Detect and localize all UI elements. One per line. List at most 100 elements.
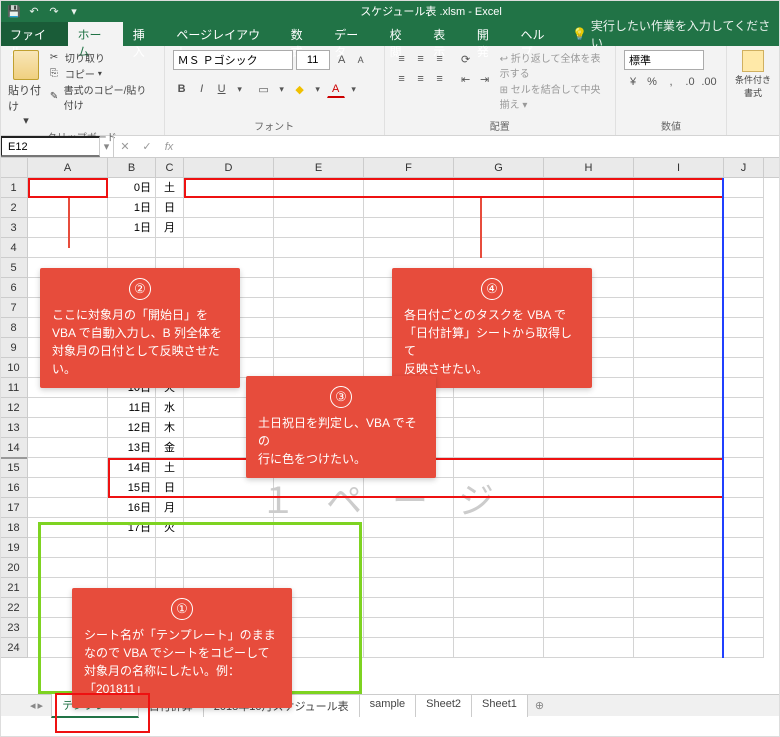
cell-D4[interactable] bbox=[184, 238, 274, 258]
cell-B4[interactable] bbox=[108, 238, 156, 258]
row-header-1[interactable]: 1 bbox=[0, 178, 27, 198]
cut-button[interactable]: ✂切り取り bbox=[50, 50, 156, 65]
cell-C4[interactable] bbox=[156, 238, 184, 258]
cell-F4[interactable] bbox=[364, 238, 454, 258]
cell-H12[interactable] bbox=[544, 398, 634, 418]
cell-E5[interactable] bbox=[274, 258, 364, 278]
cell-H23[interactable] bbox=[544, 618, 634, 638]
underline-button[interactable]: U bbox=[213, 80, 231, 98]
cell-I15[interactable] bbox=[634, 458, 724, 478]
align-left-button[interactable]: ≡ bbox=[393, 70, 411, 88]
cell-F3[interactable] bbox=[364, 218, 454, 238]
cell-G19[interactable] bbox=[454, 538, 544, 558]
accept-formula-button[interactable]: ✓ bbox=[136, 140, 158, 153]
cell-I4[interactable] bbox=[634, 238, 724, 258]
cell-J13[interactable] bbox=[724, 418, 764, 438]
cell-F20[interactable] bbox=[364, 558, 454, 578]
cell-A12[interactable] bbox=[28, 398, 108, 418]
paste-button[interactable]: 貼り付け ▾ bbox=[8, 50, 44, 127]
cell-F24[interactable] bbox=[364, 638, 454, 658]
increase-decimal-button[interactable]: .0 bbox=[681, 73, 699, 91]
row-header-20[interactable]: 20 bbox=[0, 558, 27, 578]
cell-E6[interactable] bbox=[274, 278, 364, 298]
cell-G1[interactable] bbox=[454, 178, 544, 198]
chevron-down-icon[interactable]: ▾ bbox=[311, 80, 325, 98]
cell-I21[interactable] bbox=[634, 578, 724, 598]
cell-A14[interactable] bbox=[28, 438, 108, 458]
chevron-down-icon[interactable]: ▾ bbox=[233, 80, 247, 98]
col-header-C[interactable]: C bbox=[156, 158, 184, 177]
comma-button[interactable]: , bbox=[662, 73, 680, 91]
select-all-corner[interactable] bbox=[0, 158, 28, 177]
cell-J14[interactable] bbox=[724, 438, 764, 458]
sheet-nav-first[interactable]: ◂ bbox=[30, 699, 36, 712]
cell-I14[interactable] bbox=[634, 438, 724, 458]
cell-C14[interactable]: 金 bbox=[156, 438, 184, 458]
row-header-2[interactable]: 2 bbox=[0, 198, 27, 218]
cell-C16[interactable]: 日 bbox=[156, 478, 184, 498]
cell-C17[interactable]: 月 bbox=[156, 498, 184, 518]
accounting-format-button[interactable]: ¥ bbox=[624, 73, 642, 91]
name-box[interactable] bbox=[0, 136, 100, 157]
chevron-down-icon[interactable]: ▾ bbox=[275, 80, 289, 98]
cell-B14[interactable]: 13日 bbox=[108, 438, 156, 458]
cell-J23[interactable] bbox=[724, 618, 764, 638]
cell-I17[interactable] bbox=[634, 498, 724, 518]
cell-B12[interactable]: 11日 bbox=[108, 398, 156, 418]
cell-C2[interactable]: 日 bbox=[156, 198, 184, 218]
cell-G22[interactable] bbox=[454, 598, 544, 618]
font-size-select[interactable] bbox=[296, 50, 330, 70]
cell-B1[interactable]: 0日 bbox=[108, 178, 156, 198]
cell-I5[interactable] bbox=[634, 258, 724, 278]
cell-I20[interactable] bbox=[634, 558, 724, 578]
row-header-19[interactable]: 19 bbox=[0, 538, 27, 558]
row-header-18[interactable]: 18 bbox=[0, 518, 27, 538]
cell-A16[interactable] bbox=[28, 478, 108, 498]
cell-J8[interactable] bbox=[724, 318, 764, 338]
cell-I6[interactable] bbox=[634, 278, 724, 298]
cell-H19[interactable] bbox=[544, 538, 634, 558]
cell-C19[interactable] bbox=[156, 538, 184, 558]
cell-F2[interactable] bbox=[364, 198, 454, 218]
grow-font-button[interactable]: A bbox=[333, 51, 351, 69]
orientation-button[interactable]: ⟳ bbox=[457, 50, 475, 68]
cell-J3[interactable] bbox=[724, 218, 764, 238]
cell-E19[interactable] bbox=[274, 538, 364, 558]
conditional-format-button[interactable]: 条件付き書式 bbox=[735, 50, 771, 99]
fx-button[interactable]: fx bbox=[158, 141, 180, 153]
cell-B19[interactable] bbox=[108, 538, 156, 558]
cell-E3[interactable] bbox=[274, 218, 364, 238]
cell-J9[interactable] bbox=[724, 338, 764, 358]
cell-C15[interactable]: 土 bbox=[156, 458, 184, 478]
cell-D1[interactable] bbox=[184, 178, 274, 198]
cell-B20[interactable] bbox=[108, 558, 156, 578]
cell-H21[interactable] bbox=[544, 578, 634, 598]
tab-データ[interactable]: データ bbox=[324, 22, 379, 46]
col-header-I[interactable]: I bbox=[634, 158, 724, 177]
row-header-23[interactable]: 23 bbox=[0, 618, 27, 638]
cell-J12[interactable] bbox=[724, 398, 764, 418]
cell-G20[interactable] bbox=[454, 558, 544, 578]
cell-C20[interactable] bbox=[156, 558, 184, 578]
col-header-G[interactable]: G bbox=[454, 158, 544, 177]
cell-B13[interactable]: 12日 bbox=[108, 418, 156, 438]
row-header-15[interactable]: 15 bbox=[0, 458, 27, 478]
align-bottom-button[interactable]: ≡ bbox=[431, 50, 449, 68]
cell-B18[interactable]: 17日 bbox=[108, 518, 156, 538]
cell-D2[interactable] bbox=[184, 198, 274, 218]
cell-I1[interactable] bbox=[634, 178, 724, 198]
cell-E8[interactable] bbox=[274, 318, 364, 338]
wrap-text-button[interactable]: ↩ 折り返して全体を表示する bbox=[500, 50, 607, 80]
row-header-21[interactable]: 21 bbox=[0, 578, 27, 598]
tab-開発[interactable]: 開発 bbox=[467, 22, 511, 46]
cell-I24[interactable] bbox=[634, 638, 724, 658]
row-header-4[interactable]: 4 bbox=[0, 238, 27, 258]
cell-A15[interactable] bbox=[28, 458, 108, 478]
cell-I2[interactable] bbox=[634, 198, 724, 218]
format-painter-button[interactable]: ✎書式のコピー/貼り付け bbox=[50, 82, 156, 112]
col-header-B[interactable]: B bbox=[108, 158, 156, 177]
cell-I18[interactable] bbox=[634, 518, 724, 538]
col-header-E[interactable]: E bbox=[274, 158, 364, 177]
row-header-6[interactable]: 6 bbox=[0, 278, 27, 298]
border-button[interactable]: ▭ bbox=[255, 80, 273, 98]
